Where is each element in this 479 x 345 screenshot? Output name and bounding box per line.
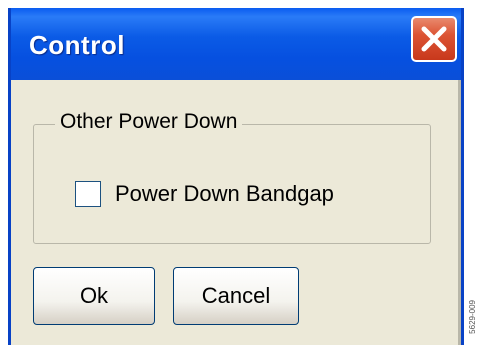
close-button[interactable] (411, 16, 457, 62)
power-down-bandgap-checkbox[interactable] (75, 181, 101, 207)
close-icon (421, 26, 447, 52)
cancel-button[interactable]: Cancel (173, 267, 299, 325)
figure-id-label: 5629-009 (468, 300, 477, 334)
window-border-edge (458, 80, 461, 345)
ok-button-label: Ok (79, 283, 109, 308)
groupbox-legend: Other Power Down (55, 110, 243, 134)
power-down-bandgap-option[interactable]: Power Down Bandgap (75, 178, 334, 210)
cancel-button-label: Cancel (201, 283, 271, 308)
power-down-bandgap-label[interactable]: Power Down Bandgap (115, 181, 334, 207)
window-title: Control (29, 30, 125, 60)
title-bar[interactable]: Control (11, 8, 461, 80)
control-dialog: Control Other Power Down Power Down Band… (8, 8, 464, 345)
ok-button[interactable]: Ok (33, 267, 155, 325)
dialog-content: Other Power Down Power Down Bandgap Ok C… (11, 80, 461, 345)
